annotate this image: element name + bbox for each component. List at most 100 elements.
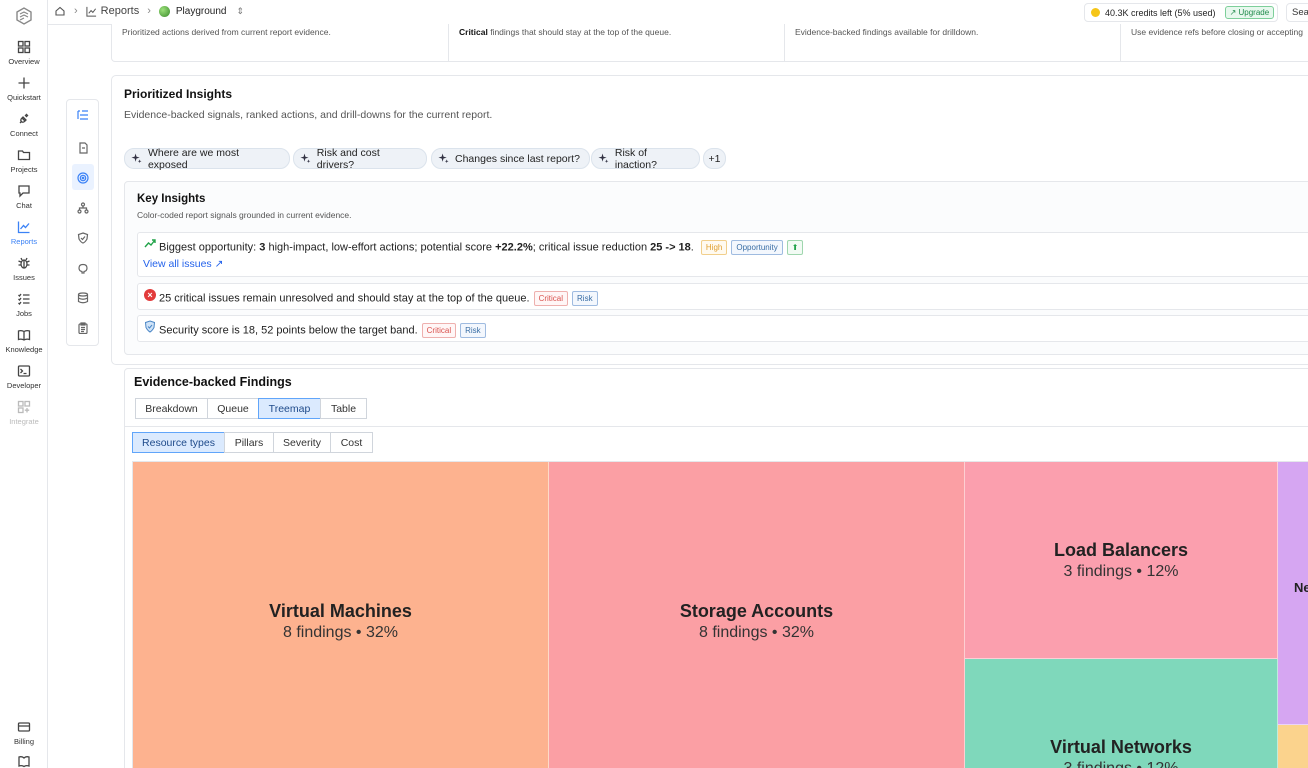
opportunity-text: Biggest opportunity: 3 high-impact, low-…	[159, 240, 804, 255]
treemap-tile[interactable]: Virtual Machines 8 findings • 32%	[133, 462, 549, 768]
summary-bold: Critical	[459, 27, 488, 37]
key-insights-title: Key Insights	[137, 193, 206, 205]
shield-icon[interactable]	[77, 231, 89, 244]
chevron-right-icon: ›	[74, 5, 78, 17]
opp-part: high-impact, low-effort actions; potenti…	[265, 241, 496, 254]
project-selector[interactable]: Playground	[176, 6, 227, 17]
suggestion-chip[interactable]: Risk and cost drivers?	[293, 147, 427, 171]
treemap-tile[interactable]: Load Balancers 3 findings • 12%	[965, 462, 1278, 659]
upgrade-button[interactable]: ↗ Upgrade	[1224, 6, 1275, 19]
piggy-bank-icon[interactable]	[77, 261, 89, 274]
opp-part: .	[690, 241, 694, 254]
nav-item-overview[interactable]: Overview	[0, 40, 48, 74]
nav-item-connect[interactable]: Connect	[0, 112, 48, 146]
outline-icon[interactable]	[77, 108, 89, 120]
search-label: Sear	[1292, 7, 1308, 18]
arrow-up-icon: ⬆	[786, 240, 804, 255]
nav-item-quickstart[interactable]: Quickstart	[0, 76, 48, 110]
tile-subtitle: 3 findings • 12%	[1063, 760, 1178, 768]
insights-subtitle: Evidence-backed signals, ranked actions,…	[124, 109, 493, 121]
sparkle-icon	[438, 153, 449, 164]
nav-item-jobs[interactable]: Jobs	[0, 292, 48, 326]
terminal-icon	[17, 365, 31, 377]
nav-item-knowledge[interactable]: Knowledge	[0, 328, 48, 362]
sparkle-icon	[300, 153, 311, 163]
critical-text-row: 25 critical issues remain unresolved and…	[159, 291, 598, 306]
target-icon[interactable]	[77, 171, 89, 184]
book-open-icon	[17, 329, 31, 341]
suggestion-chip[interactable]: Risk of inaction?	[591, 147, 700, 171]
chevron-right-icon: ›	[147, 5, 151, 17]
nav-item-docs[interactable]	[0, 754, 48, 768]
database-icon[interactable]	[77, 291, 89, 304]
opp-reduction: 25 -> 18	[650, 241, 691, 254]
nav-item-chat[interactable]: Chat	[0, 184, 48, 218]
treemap-tile[interactable]: Virtual Networks 3 findings • 12%	[965, 659, 1278, 768]
security-text: Security score is 18, 52 points below th…	[159, 324, 418, 337]
treemap-tile[interactable]: Ne	[1278, 462, 1308, 725]
more-chips-button[interactable]: +1	[703, 148, 726, 169]
nav-item-reports[interactable]: Reports	[0, 220, 48, 254]
summary-cell: Use evidence refs before closing or acce…	[1120, 24, 1308, 61]
breadcrumb-reports[interactable]: Reports	[101, 5, 140, 17]
nav-item-projects[interactable]: Projects	[0, 148, 48, 182]
view-tab-table[interactable]: Table	[320, 398, 367, 419]
nav-label: Knowledge	[5, 345, 43, 354]
group-tab-resource-types[interactable]: Resource types	[132, 432, 225, 453]
nav-item-developer[interactable]: Developer	[0, 364, 48, 398]
treemap-tile[interactable]: Storage Accounts 8 findings • 32%	[549, 462, 965, 768]
view-tab-queue[interactable]: Queue	[207, 398, 259, 419]
plug-icon	[19, 113, 29, 124]
search-button[interactable]: Sear	[1286, 3, 1308, 22]
nav-label: Reports	[10, 237, 38, 246]
tile-subtitle: 8 findings • 32%	[698, 624, 814, 641]
insight-security: Security score is 18, 52 points below th…	[137, 315, 1308, 342]
tile-title: Storage Accounts	[679, 601, 834, 621]
nav-label: Billing	[13, 737, 34, 746]
error-circle-icon: ×	[144, 289, 156, 301]
hierarchy-icon[interactable]	[77, 201, 89, 214]
document-icon[interactable]	[77, 141, 89, 154]
nav-item-integrate: Integrate	[0, 400, 48, 434]
suggestion-chip[interactable]: Where are we most exposed	[124, 147, 290, 171]
treemap: Virtual Machines 8 findings • 32% Storage …	[132, 461, 1308, 768]
badge-opportunity: Opportunity	[731, 240, 783, 255]
plus-icon	[18, 77, 30, 89]
view-tab-treemap[interactable]: Treemap	[258, 398, 321, 419]
nav-item-issues[interactable]: Issues	[0, 256, 48, 290]
suggestion-chip[interactable]: Changes since last report?	[431, 148, 590, 169]
tile-title: Virtual Machines	[269, 601, 412, 621]
tile-title: Load Balancers	[1053, 539, 1189, 560]
shield-check-icon	[144, 320, 156, 333]
treemap-tile[interactable]	[1278, 725, 1308, 768]
findings-title: Evidence-backed Findings	[134, 375, 292, 389]
nav-label: Issues	[13, 273, 35, 282]
puzzle-icon	[17, 400, 31, 414]
view-all-issues-link[interactable]: View all issues ↗	[143, 258, 223, 270]
nav-item-billing[interactable]: Billing	[0, 720, 48, 754]
nav-label: Overview	[8, 57, 40, 66]
chevron-updown-icon[interactable]: ⇕	[236, 6, 244, 17]
bug-icon	[18, 257, 30, 269]
nav-label: Jobs	[16, 309, 32, 318]
view-tab-breakdown[interactable]: Breakdown	[135, 398, 208, 419]
clipboard-icon[interactable]	[77, 321, 89, 335]
group-tab-pillars[interactable]: Pillars	[224, 432, 274, 453]
opp-score: +22.2%	[495, 241, 533, 254]
project-globe-icon	[158, 5, 170, 17]
badge-risk: Risk	[572, 291, 598, 306]
logo-icon[interactable]	[14, 6, 34, 26]
home-icon[interactable]	[54, 5, 66, 17]
grid-icon	[17, 40, 31, 54]
group-tab-cost[interactable]: Cost	[330, 432, 373, 453]
group-tab-severity[interactable]: Severity	[273, 432, 331, 453]
badge-high: High	[700, 240, 728, 255]
sparkle-icon	[598, 153, 609, 164]
security-text-row: Security score is 18, 52 points below th…	[159, 323, 486, 338]
findings-divider	[125, 426, 1308, 427]
nav-label: Quickstart	[7, 93, 41, 102]
left-nav-rail: Overview Quickstart Connect Projects Chat Rep…	[0, 0, 48, 768]
credits-pill: 40.3K credits left (5% used) ↗ Upgrade	[1084, 3, 1278, 22]
summary-strip: Prioritized actions derived from current…	[111, 24, 1308, 62]
summary-cell: Critical findings that should stay at th…	[448, 24, 784, 61]
